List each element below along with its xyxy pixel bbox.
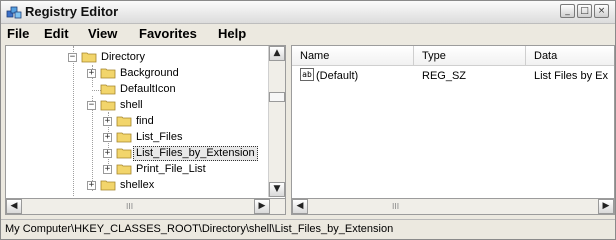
tree-item-print-file-list[interactable]: + Print_File_List — [103, 162, 273, 178]
minimize-button[interactable]: _ — [560, 4, 575, 18]
tree-item-defaulticon[interactable]: DefaultIcon — [87, 82, 267, 98]
folder-open-icon — [116, 148, 132, 159]
value-data: List Files by Ex — [534, 70, 608, 82]
maximize-button[interactable]: □ — [577, 4, 592, 18]
tree-label: shellex — [120, 179, 155, 191]
menu-favorites[interactable]: Favorites — [139, 26, 197, 41]
column-header-type[interactable]: Type — [414, 46, 526, 66]
scroll-thumb[interactable] — [269, 92, 285, 102]
folder-icon — [116, 164, 132, 175]
tree-item-directory[interactable]: − Directory — [68, 50, 268, 66]
tree-item-find[interactable]: + find — [103, 114, 273, 130]
scroll-down-button[interactable]: ▼ — [269, 182, 285, 197]
status-path: My Computer\HKEY_CLASSES_ROOT\Directory\… — [5, 223, 394, 235]
tree-label: Background — [120, 67, 179, 79]
regedit-icon — [6, 6, 22, 19]
scroll-left-button[interactable]: ◀ — [6, 199, 22, 214]
tree-vertical-scrollbar[interactable]: ▲ ▼ — [268, 46, 285, 197]
tree-item-background[interactable]: + Background — [87, 66, 267, 82]
tree-item-list-files[interactable]: + List_Files — [103, 130, 273, 146]
collapse-toggle[interactable]: − — [87, 101, 96, 110]
tree-label: find — [136, 115, 154, 127]
expand-toggle[interactable]: + — [103, 165, 112, 174]
folder-icon — [116, 132, 132, 143]
folder-icon — [100, 180, 116, 191]
value-type: REG_SZ — [422, 70, 467, 82]
values-horizontal-scrollbar[interactable]: ◀ III ▶ — [292, 198, 614, 214]
scroll-up-button[interactable]: ▲ — [269, 46, 285, 61]
menu-help[interactable]: Help — [218, 26, 246, 41]
tree-label: Directory — [101, 51, 146, 63]
scroll-grip: III — [126, 202, 134, 211]
folder-icon — [116, 116, 132, 127]
expand-toggle[interactable]: + — [103, 149, 112, 158]
tree-label: shell — [120, 99, 143, 111]
collapse-toggle[interactable]: − — [68, 53, 77, 62]
tree-label-selected: List_Files_by_Extension — [133, 146, 258, 161]
expand-toggle[interactable]: + — [87, 181, 96, 190]
tree-label: DefaultIcon — [120, 83, 176, 95]
scroll-grip: III — [392, 202, 400, 211]
close-button[interactable]: × — [594, 4, 609, 18]
column-header-data[interactable]: Data — [526, 46, 614, 66]
window-title: Registry Editor — [25, 4, 119, 19]
expand-toggle[interactable]: + — [103, 133, 112, 142]
string-value-icon: ab — [300, 68, 314, 81]
expand-toggle[interactable]: + — [87, 69, 96, 78]
menu-view[interactable]: View — [88, 26, 117, 41]
column-header-name[interactable]: Name — [292, 46, 414, 66]
registry-tree-pane[interactable]: − Directory + Background DefaultIcon − s… — [5, 45, 286, 215]
registry-values-pane[interactable]: Name Type Data ab (Default) REG_SZ List … — [291, 45, 615, 215]
tree-label: Print_File_List — [136, 163, 206, 175]
scroll-right-button[interactable]: ▶ — [598, 199, 614, 214]
menu-edit[interactable]: Edit — [44, 26, 69, 41]
value-name: (Default) — [316, 70, 359, 82]
scroll-right-button[interactable]: ▶ — [254, 199, 270, 214]
tree-item-shellex[interactable]: + shellex — [87, 178, 267, 194]
status-bar: My Computer\HKEY_CLASSES_ROOT\Directory\… — [1, 219, 615, 239]
folder-icon — [100, 68, 116, 79]
folder-open-icon — [100, 100, 116, 111]
tree-line — [73, 46, 74, 196]
folder-open-icon — [81, 52, 97, 63]
folder-icon — [100, 84, 116, 95]
title-bar[interactable]: Registry Editor _ □ × — [1, 1, 615, 24]
expand-toggle[interactable]: + — [103, 117, 112, 126]
menu-file[interactable]: File — [7, 26, 29, 41]
tree-item-list-files-by-extension[interactable]: + List_Files_by_Extension — [103, 146, 273, 162]
tree-horizontal-scrollbar[interactable]: ◀ III ▶ — [6, 198, 285, 214]
registry-editor-window: Registry Editor _ □ × File Edit View Fav… — [0, 0, 616, 240]
scroll-left-button[interactable]: ◀ — [292, 199, 308, 214]
tree-item-shell[interactable]: − shell — [87, 98, 267, 114]
menu-bar: File Edit View Favorites Help — [1, 24, 615, 43]
tree-label: List_Files — [136, 131, 183, 143]
